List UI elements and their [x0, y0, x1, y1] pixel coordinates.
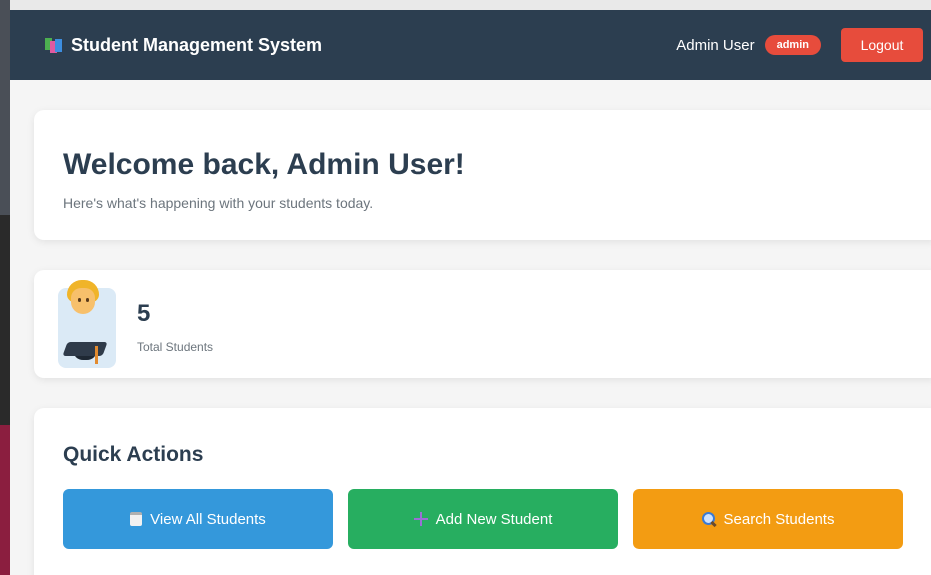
- welcome-subtitle: Here's what's happening with your studen…: [63, 195, 374, 211]
- plus-icon: [413, 512, 428, 526]
- books-icon: [45, 37, 63, 53]
- graduation-cap-icon: [62, 336, 108, 364]
- view-all-students-button[interactable]: View All Students: [63, 489, 333, 549]
- brand[interactable]: Student Management System: [45, 35, 322, 56]
- user-name: Admin User: [676, 36, 755, 54]
- search-students-label: Search Students: [723, 510, 835, 528]
- welcome-title: Welcome back, Admin User!: [63, 148, 465, 181]
- quick-actions-card: Quick Actions View All Students Add New …: [34, 408, 931, 575]
- navbar: Student Management System Admin User adm…: [10, 10, 931, 80]
- magnifier-icon: [701, 512, 716, 526]
- student-icon: [58, 280, 116, 368]
- search-students-button[interactable]: Search Students: [633, 489, 903, 549]
- nav-user-area: Admin User admin Logout: [676, 10, 923, 80]
- logout-button[interactable]: Logout: [841, 28, 923, 62]
- window-edge-bottom: [0, 425, 10, 575]
- add-new-student-button[interactable]: Add New Student: [348, 489, 618, 549]
- quick-actions-title: Quick Actions: [63, 443, 204, 466]
- total-students-count: 5: [137, 300, 151, 327]
- stats-card: 5 Total Students: [34, 270, 931, 378]
- window-edge-top: [0, 0, 10, 215]
- total-students-label: Total Students: [137, 340, 214, 354]
- add-new-student-label: Add New Student: [435, 510, 553, 528]
- welcome-card: Welcome back, Admin User! Here's what's …: [34, 110, 931, 240]
- clipboard-icon: [130, 512, 143, 526]
- view-all-students-label: View All Students: [150, 510, 266, 528]
- face-icon: [66, 280, 100, 316]
- top-strip: [10, 0, 931, 10]
- window-edge: [0, 0, 10, 575]
- brand-title: Student Management System: [71, 34, 323, 55]
- role-badge: admin: [764, 35, 821, 55]
